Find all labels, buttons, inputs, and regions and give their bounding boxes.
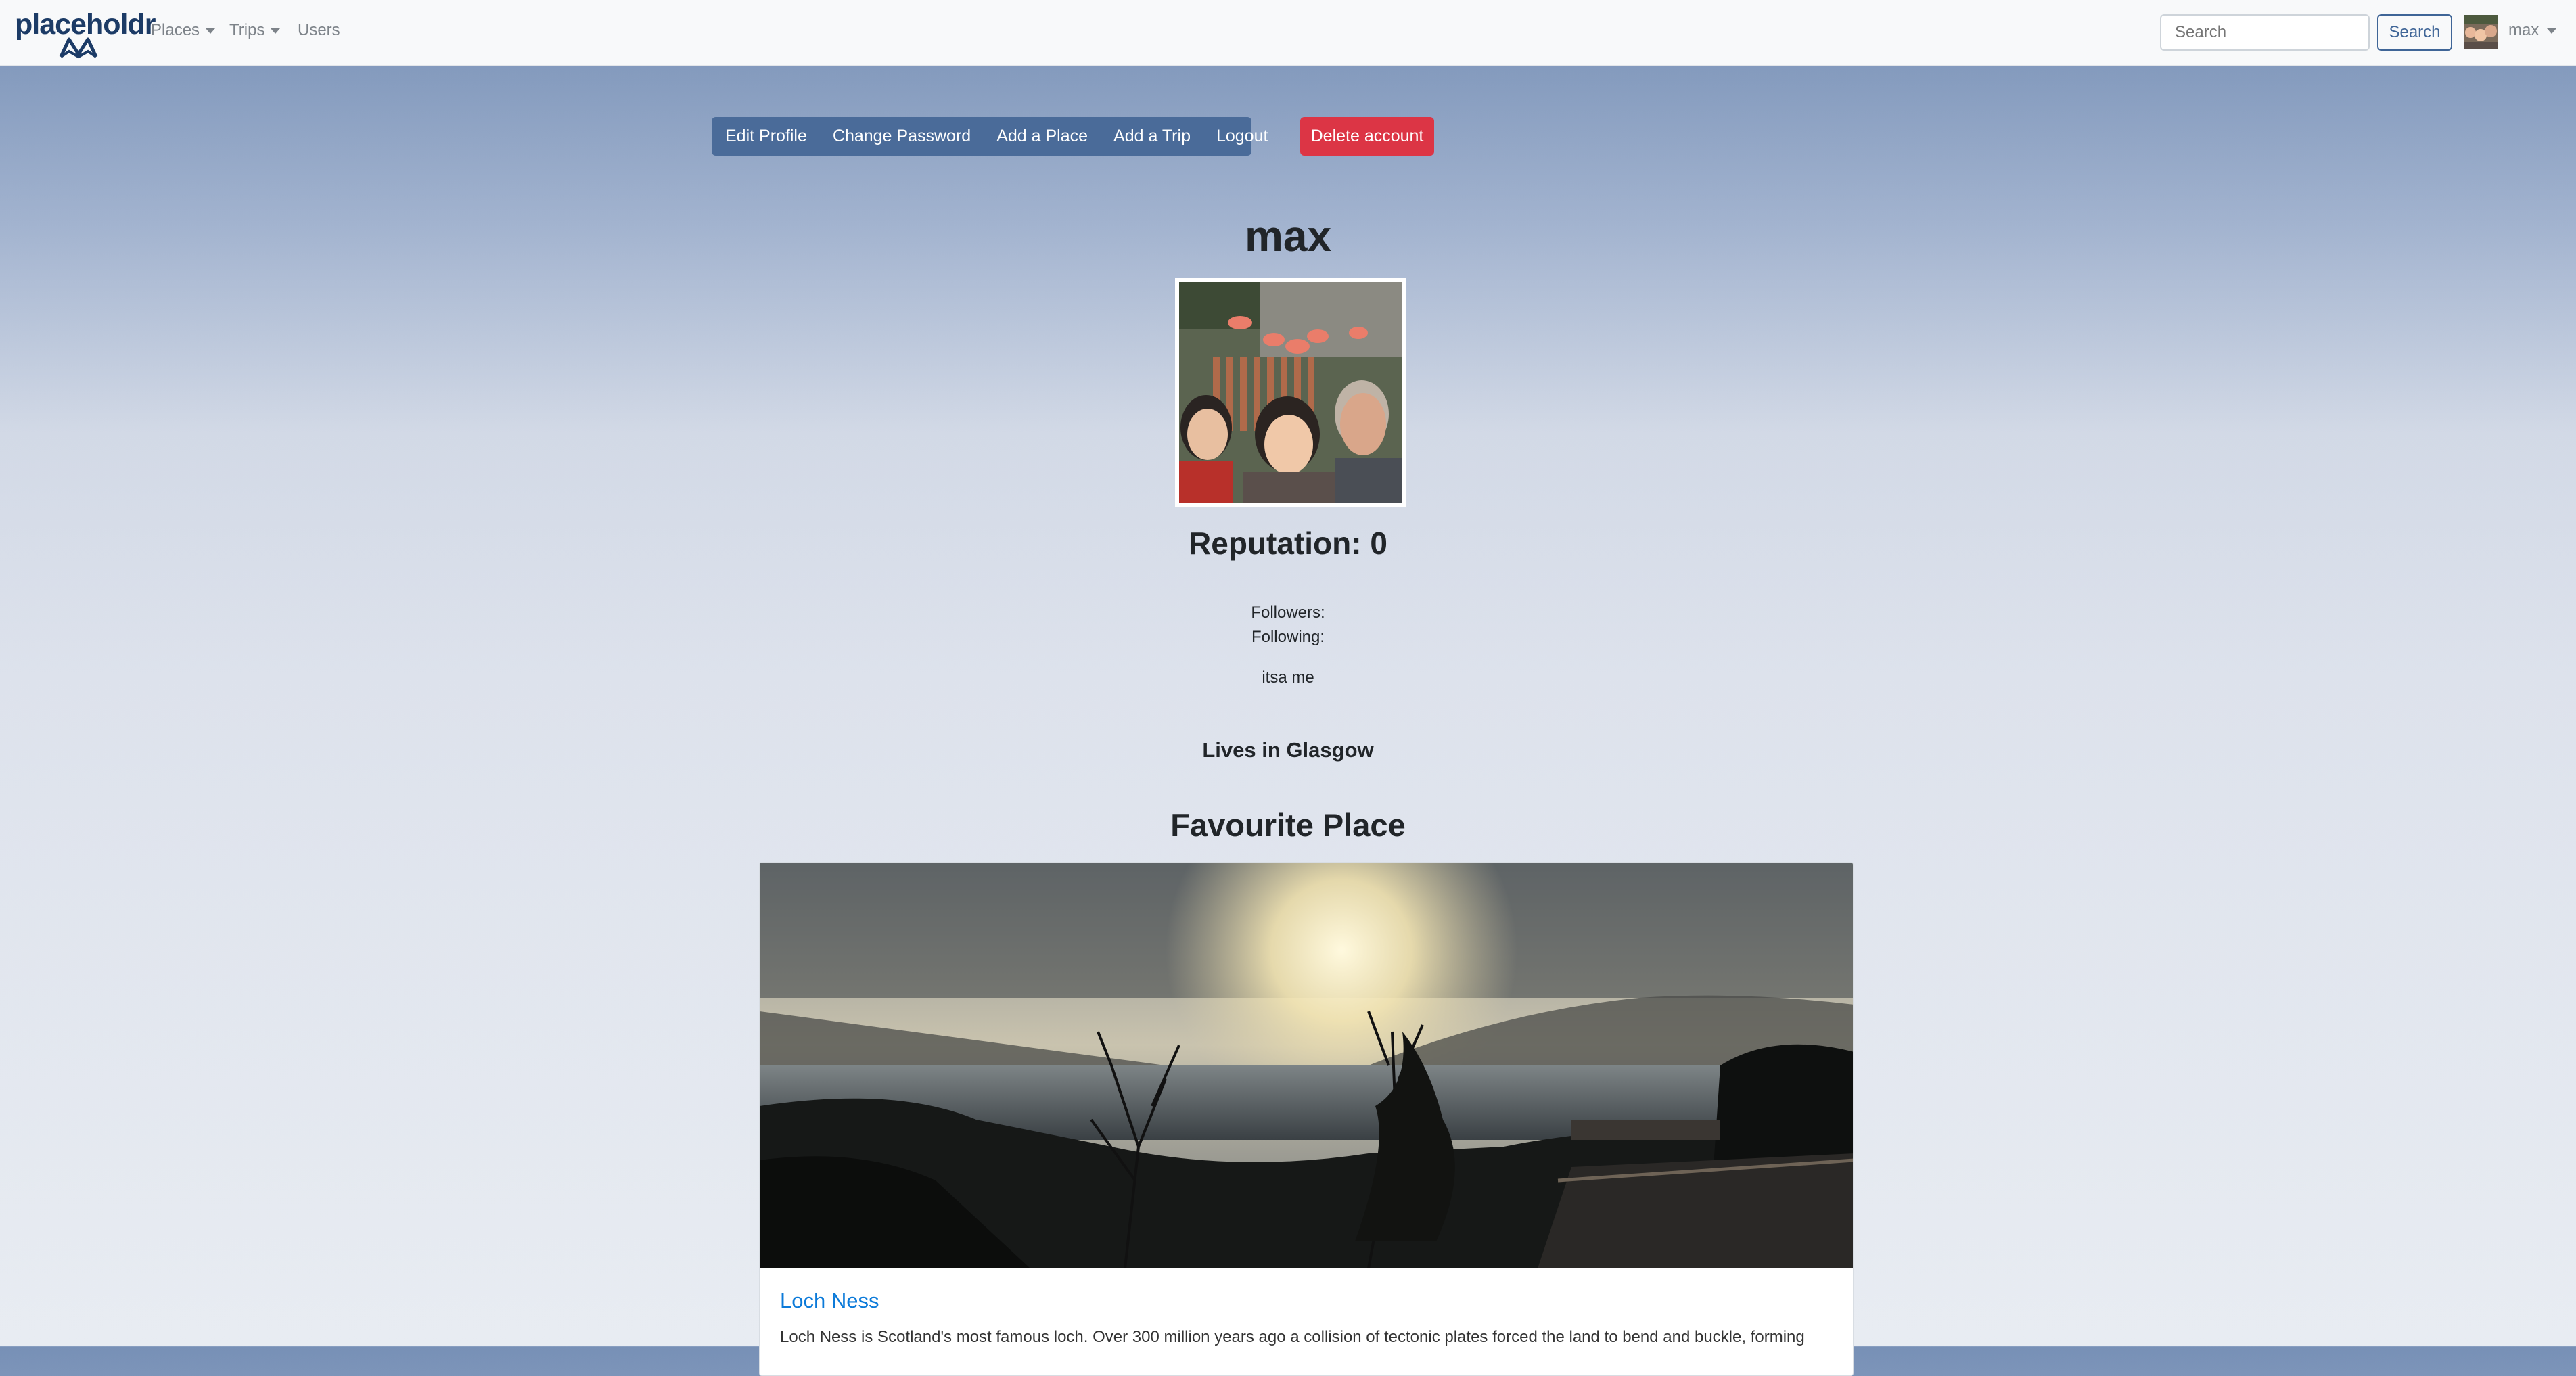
delete-account-button[interactable]: Delete account xyxy=(1300,117,1434,156)
user-menu-label: max xyxy=(2508,21,2539,39)
chevron-down-icon xyxy=(2547,28,2557,34)
logout-button[interactable]: Logout xyxy=(1216,127,1268,146)
chevron-down-icon xyxy=(271,28,281,34)
search-input[interactable] xyxy=(2160,14,2370,51)
edit-profile-button[interactable]: Edit Profile xyxy=(725,127,807,146)
add-place-button[interactable]: Add a Place xyxy=(996,127,1088,146)
reputation-score: Reputation: 0 xyxy=(1189,526,1387,561)
profile-username: max xyxy=(1244,212,1332,260)
avatar[interactable] xyxy=(2464,15,2498,49)
place-photo[interactable] xyxy=(760,863,1853,1269)
change-password-button[interactable]: Change Password xyxy=(833,127,971,146)
nav-places-dropdown[interactable]: Places xyxy=(151,21,216,40)
nav-trips-label: Trips xyxy=(229,21,265,39)
nav-places-label: Places xyxy=(151,21,200,39)
user-menu[interactable]: max xyxy=(2508,21,2557,40)
nav-users-link[interactable]: Users xyxy=(298,21,340,40)
brand-logo[interactable]: placeholdr xyxy=(15,8,156,59)
chevron-down-icon xyxy=(206,28,216,34)
search-button[interactable]: Search xyxy=(2377,14,2452,51)
followers-label: Followers: xyxy=(1251,603,1325,622)
place-name-link[interactable]: Loch Ness xyxy=(780,1289,879,1313)
profile-bio: itsa me xyxy=(1262,668,1314,687)
top-navbar: placeholdr Places Trips Users Search max xyxy=(0,0,2576,66)
lives-in-label: Lives in Glasgow xyxy=(1202,738,1374,762)
profile-photo xyxy=(1175,278,1406,507)
add-trip-button[interactable]: Add a Trip xyxy=(1113,127,1191,146)
favourite-place-heading: Favourite Place xyxy=(1170,807,1406,843)
favourite-place-card: Loch Ness Loch Ness is Scotland's most f… xyxy=(759,862,1854,1376)
place-description: Loch Ness is Scotland's most famous loch… xyxy=(780,1328,1805,1346)
profile-actions-group: Edit Profile Change Password Add a Place… xyxy=(712,117,1268,156)
following-label: Following: xyxy=(1251,628,1325,646)
map-icon xyxy=(59,37,98,59)
nav-trips-dropdown[interactable]: Trips xyxy=(229,21,281,40)
